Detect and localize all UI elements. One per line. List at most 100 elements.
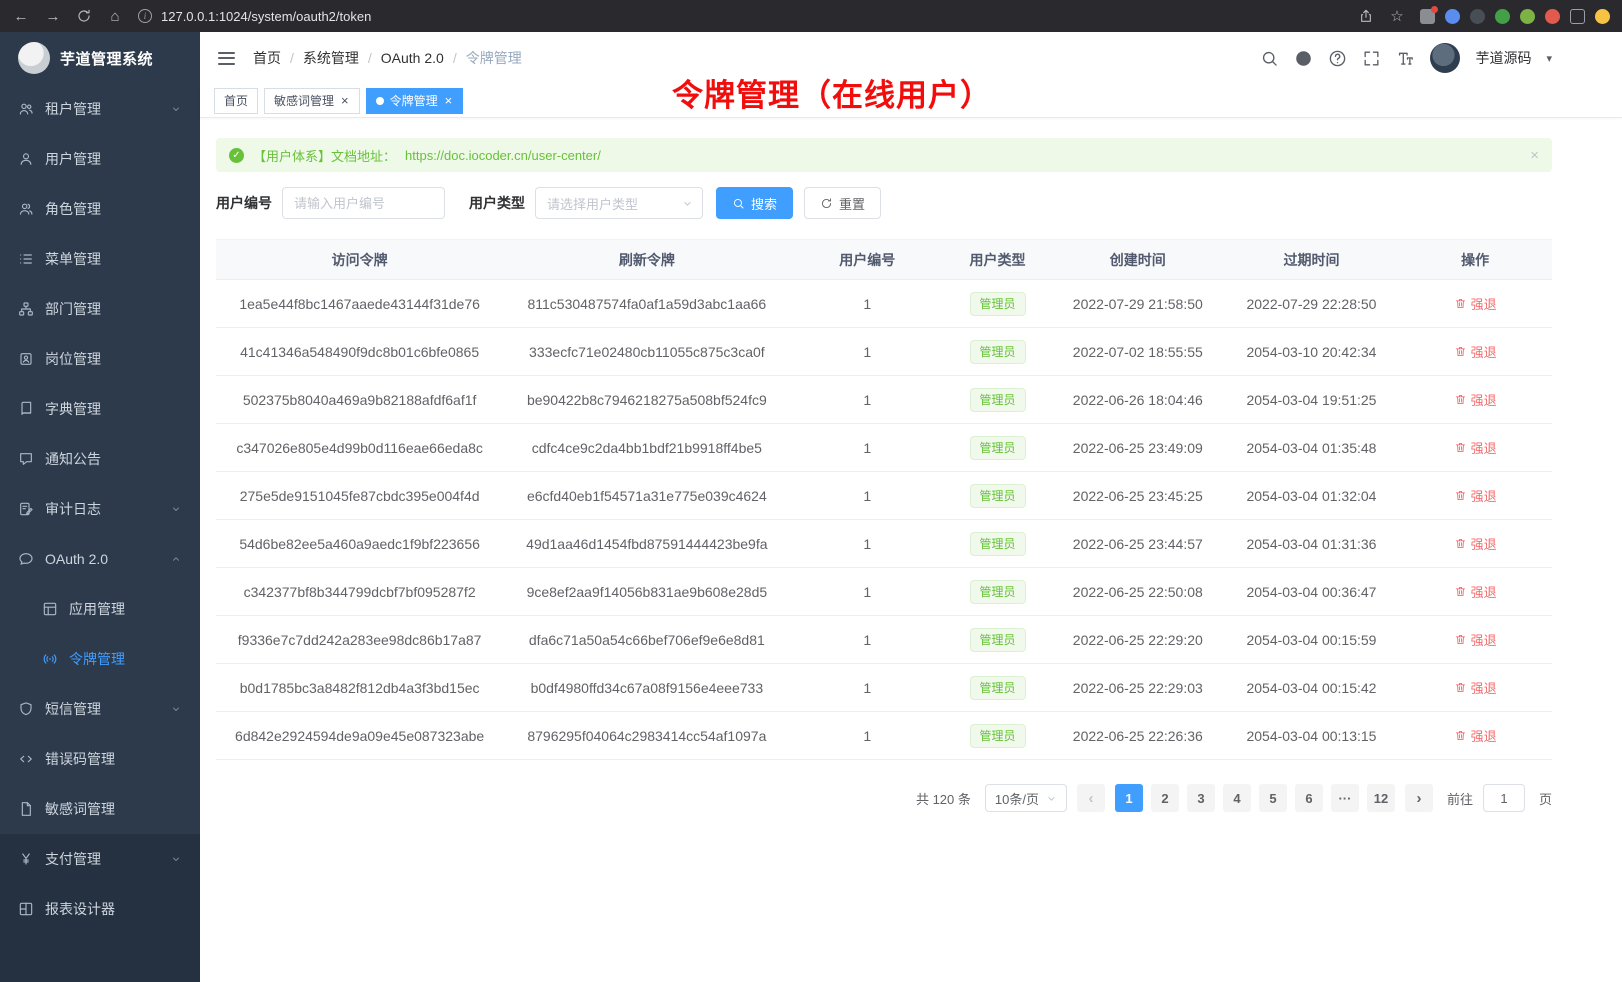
close-icon[interactable]: × bbox=[444, 94, 454, 107]
sidebar-item-report-designer[interactable]: 报表设计器 bbox=[0, 884, 200, 934]
sidebar-item-label: 报表设计器 bbox=[45, 899, 115, 919]
address-bar[interactable]: i 127.0.0.1:1024/system/oauth2/token bbox=[138, 9, 1344, 24]
sidebar-item-tenant[interactable]: 租户管理 bbox=[0, 84, 200, 134]
force-logout-button[interactable]: 强退 bbox=[1454, 438, 1497, 457]
site-info-icon[interactable]: i bbox=[138, 9, 152, 23]
page-button-3[interactable]: 3 bbox=[1187, 784, 1215, 812]
browser-profile-avatar[interactable] bbox=[1595, 9, 1610, 24]
bookmark-star-icon[interactable]: ☆ bbox=[1388, 9, 1406, 24]
next-page-button[interactable]: › bbox=[1405, 784, 1433, 812]
sidebar-item-dept[interactable]: 部门管理 bbox=[0, 284, 200, 334]
page-ellipsis[interactable]: ··· bbox=[1331, 784, 1359, 812]
sidebar-item-sensitive-word[interactable]: 敏感词管理 bbox=[0, 784, 200, 834]
total-count: 共 120 条 bbox=[916, 789, 971, 808]
tab-label: 令牌管理 bbox=[390, 92, 438, 109]
sidebar-item-menu[interactable]: 菜单管理 bbox=[0, 234, 200, 284]
forward-icon[interactable]: → bbox=[44, 9, 62, 24]
user-type-cell: 管理员 bbox=[944, 424, 1051, 472]
search-button[interactable]: 搜索 bbox=[716, 187, 793, 219]
sidebar-item-notice[interactable]: 通知公告 bbox=[0, 434, 200, 484]
reset-button[interactable]: 重置 bbox=[804, 187, 881, 219]
extension-icon[interactable] bbox=[1445, 9, 1460, 24]
back-icon[interactable]: ← bbox=[12, 9, 30, 24]
sidebar-item-audit-log[interactable]: 审计日志 bbox=[0, 484, 200, 534]
sidebar-item-label: 错误码管理 bbox=[45, 749, 115, 769]
refresh-token-cell: be90422b8c7946218275a508bf524fc9 bbox=[503, 376, 790, 424]
extension-icon[interactable] bbox=[1420, 9, 1435, 24]
user-name[interactable]: 芋道源码 bbox=[1475, 48, 1531, 68]
sidebar-item-role[interactable]: 角色管理 bbox=[0, 184, 200, 234]
goto-page-input[interactable] bbox=[1483, 784, 1525, 812]
force-logout-button[interactable]: 强退 bbox=[1454, 582, 1497, 601]
chevron-up-icon bbox=[170, 553, 182, 565]
sidebar-item-oauth2-app[interactable]: 应用管理 bbox=[0, 584, 200, 634]
user-icon bbox=[18, 151, 34, 167]
breadcrumb-item[interactable]: 首页 bbox=[253, 48, 281, 68]
force-logout-button[interactable]: 强退 bbox=[1454, 390, 1497, 409]
user-type-cell: 管理员 bbox=[944, 280, 1051, 328]
extension-icon[interactable] bbox=[1495, 9, 1510, 24]
refresh-token-cell: 9ce8ef2aa9f14056b831ae9b608e28d5 bbox=[503, 568, 790, 616]
page-button-1[interactable]: 1 bbox=[1115, 784, 1143, 812]
close-icon[interactable]: × bbox=[1530, 147, 1539, 164]
user-type-badge: 管理员 bbox=[970, 292, 1026, 316]
tab-home[interactable]: 首页 bbox=[214, 88, 258, 114]
search-icon[interactable] bbox=[1260, 49, 1279, 68]
menu-icon bbox=[18, 251, 34, 267]
reload-icon[interactable] bbox=[76, 8, 92, 24]
prev-page-button[interactable]: ‹ bbox=[1077, 784, 1105, 812]
sidebar-item-post[interactable]: 岗位管理 bbox=[0, 334, 200, 384]
tab-oauth2-token[interactable]: 令牌管理 × bbox=[366, 88, 464, 114]
user-type-select[interactable]: 请选择用户类型 bbox=[535, 187, 703, 219]
column-header: 用户类型 bbox=[944, 240, 1051, 280]
force-logout-button[interactable]: 强退 bbox=[1454, 726, 1497, 745]
page-size-select[interactable]: 10条/页 bbox=[985, 784, 1067, 812]
force-logout-button[interactable]: 强退 bbox=[1454, 630, 1497, 649]
help-icon[interactable] bbox=[1328, 49, 1347, 68]
tab-sensitive-word[interactable]: 敏感词管理× bbox=[264, 88, 360, 114]
action-cell: 强退 bbox=[1398, 568, 1552, 616]
sidebar-item-dict[interactable]: 字典管理 bbox=[0, 384, 200, 434]
hamburger-icon[interactable] bbox=[216, 48, 237, 69]
user-type-badge: 管理员 bbox=[970, 628, 1026, 652]
sidebar-item-oauth2[interactable]: OAuth 2.0 bbox=[0, 534, 200, 584]
close-icon[interactable]: × bbox=[340, 94, 350, 107]
fullscreen-icon[interactable] bbox=[1362, 49, 1381, 68]
extension-icon[interactable] bbox=[1470, 9, 1485, 24]
force-logout-button[interactable]: 强退 bbox=[1454, 678, 1497, 697]
sidebar-item-error-code[interactable]: 错误码管理 bbox=[0, 734, 200, 784]
user-avatar[interactable] bbox=[1430, 43, 1460, 73]
sidebar-item-user[interactable]: 用户管理 bbox=[0, 134, 200, 184]
force-logout-button[interactable]: 强退 bbox=[1454, 342, 1497, 361]
sidebar-item-label: 租户管理 bbox=[45, 99, 101, 119]
share-icon[interactable] bbox=[1358, 8, 1374, 24]
page-button-12[interactable]: 12 bbox=[1367, 784, 1395, 812]
success-alert: ✓ 【用户体系】文档地址： https://doc.iocoder.cn/use… bbox=[216, 138, 1552, 172]
extension-icon[interactable] bbox=[1520, 9, 1535, 24]
page-button-5[interactable]: 5 bbox=[1259, 784, 1287, 812]
sidebar-item-pay[interactable]: 支付管理 bbox=[0, 834, 200, 884]
page-button-4[interactable]: 4 bbox=[1223, 784, 1251, 812]
app-logo-area[interactable]: 芋道管理系统 bbox=[0, 32, 200, 84]
github-icon[interactable] bbox=[1294, 49, 1313, 68]
browser-extensions bbox=[1420, 9, 1610, 24]
breadcrumb-separator: / bbox=[453, 50, 457, 66]
refresh-token-cell: 8796295f04064c2983414cc54af1097a bbox=[503, 712, 790, 760]
sidebar-item-oauth2-token[interactable]: 令牌管理 bbox=[0, 634, 200, 684]
dept-icon bbox=[18, 301, 34, 317]
user-id-input[interactable] bbox=[282, 187, 445, 219]
sidebar-toggle-icon[interactable] bbox=[1570, 9, 1585, 24]
sidebar-item-sms[interactable]: 短信管理 bbox=[0, 684, 200, 734]
page-button-2[interactable]: 2 bbox=[1151, 784, 1179, 812]
page-button-6[interactable]: 6 bbox=[1295, 784, 1323, 812]
action-cell: 强退 bbox=[1398, 616, 1552, 664]
home-icon[interactable]: ⌂ bbox=[106, 9, 124, 24]
breadcrumb-item[interactable]: OAuth 2.0 bbox=[381, 50, 444, 66]
force-logout-button[interactable]: 强退 bbox=[1454, 534, 1497, 553]
breadcrumb-item[interactable]: 系统管理 bbox=[303, 48, 359, 68]
doc-link[interactable]: https://doc.iocoder.cn/user-center/ bbox=[405, 148, 601, 163]
extension-icon[interactable] bbox=[1545, 9, 1560, 24]
force-logout-button[interactable]: 强退 bbox=[1454, 486, 1497, 505]
force-logout-button[interactable]: 强退 bbox=[1454, 294, 1497, 313]
fontsize-icon[interactable] bbox=[1396, 49, 1415, 68]
